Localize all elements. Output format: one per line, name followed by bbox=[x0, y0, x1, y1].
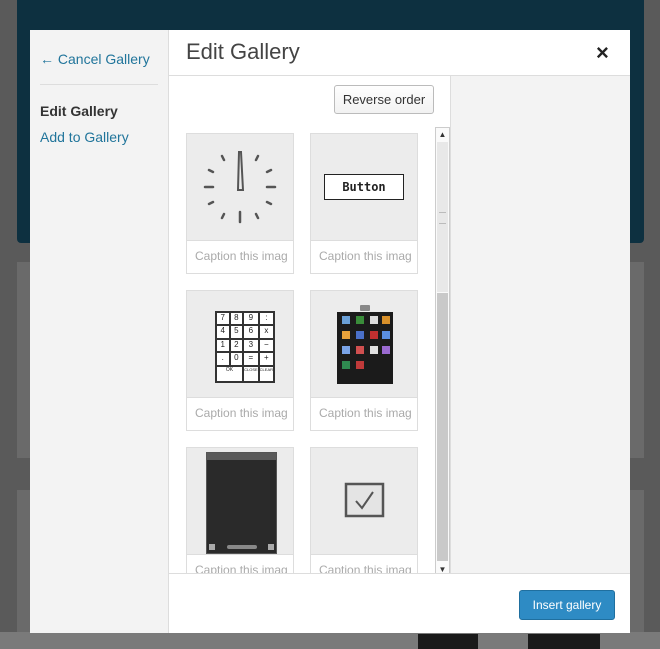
close-icon[interactable]: × bbox=[596, 40, 609, 66]
calc-key: CLEAR bbox=[258, 365, 274, 382]
caption-field[interactable]: Caption this image… bbox=[319, 406, 411, 420]
gallery-item[interactable]: Caption this image… bbox=[186, 133, 294, 274]
caption-field[interactable]: Caption this image… bbox=[319, 563, 411, 573]
checkbox-image bbox=[311, 448, 417, 555]
calculator-keypad: 7 8 9 : 4 5 6 x 1 2 3 − . 0 = + OK CLOSE… bbox=[215, 311, 275, 383]
caption-field[interactable]: Caption this image… bbox=[319, 249, 411, 263]
scrollbar-thumb[interactable] bbox=[437, 142, 448, 292]
button-image: Button bbox=[311, 134, 417, 241]
gallery-item[interactable]: Caption this image… bbox=[186, 447, 294, 573]
attachment-settings-sidebar bbox=[450, 76, 630, 573]
insert-gallery-button[interactable]: Insert gallery bbox=[519, 590, 615, 620]
app-launcher-image bbox=[311, 291, 417, 398]
calc-key: x bbox=[258, 325, 274, 339]
calc-key: − bbox=[258, 338, 274, 353]
calc-key: OK bbox=[216, 365, 244, 382]
calculator-image: 7 8 9 : 4 5 6 x 1 2 3 − . 0 = + OK CLOSE… bbox=[187, 291, 293, 398]
background-thumb bbox=[528, 634, 600, 649]
menu-separator bbox=[40, 84, 158, 85]
background-thumb bbox=[418, 634, 478, 649]
scroll-up-arrow-icon[interactable]: ▲ bbox=[436, 128, 449, 141]
caption-field[interactable]: Caption this image… bbox=[195, 563, 287, 573]
gallery-item[interactable]: Caption this image… bbox=[310, 447, 418, 573]
caption-field[interactable]: Caption this image… bbox=[195, 406, 287, 420]
media-toolbar: Insert gallery bbox=[169, 573, 630, 633]
gallery-item[interactable]: Caption this image… bbox=[310, 290, 418, 431]
gallery-content: Reverse order Caption this imag Button C… bbox=[169, 76, 450, 573]
calc-key: 1 bbox=[216, 338, 230, 353]
calc-key: = bbox=[243, 352, 259, 366]
modal-title: Edit Gallery bbox=[186, 39, 300, 64]
scrollbar[interactable]: ▲ ▼ bbox=[435, 127, 450, 573]
media-modal: ← Cancel Gallery Edit Gallery Add to Gal… bbox=[30, 30, 630, 633]
calc-key: 5 bbox=[229, 325, 244, 339]
calc-key: 6 bbox=[243, 325, 259, 339]
calc-key: + bbox=[258, 352, 274, 366]
media-menu: ← Cancel Gallery Edit Gallery Add to Gal… bbox=[30, 30, 169, 633]
reverse-order-button[interactable]: Reverse order bbox=[334, 85, 434, 114]
calc-key: 0 bbox=[229, 352, 244, 366]
scroll-down-arrow-icon[interactable]: ▼ bbox=[436, 563, 449, 573]
calc-key: 4 bbox=[216, 325, 230, 339]
calc-key: : bbox=[258, 312, 274, 326]
gallery-item[interactable]: Button Caption this image… bbox=[310, 133, 418, 274]
calc-key: 3 bbox=[243, 338, 259, 353]
caption-field[interactable]: Caption this image… bbox=[195, 249, 287, 263]
calc-key: 2 bbox=[229, 338, 244, 353]
cancel-gallery-link[interactable]: ← Cancel Gallery bbox=[40, 51, 150, 67]
phone-screen-image bbox=[187, 448, 293, 555]
calc-key: 8 bbox=[229, 312, 244, 326]
calc-key: 9 bbox=[243, 312, 259, 326]
clock-icon-image bbox=[187, 134, 293, 241]
calc-key: CLOSE bbox=[243, 365, 259, 382]
gallery-item[interactable]: 7 8 9 : 4 5 6 x 1 2 3 − . 0 = + OK CLOSE… bbox=[186, 290, 294, 431]
calc-key: 7 bbox=[216, 312, 230, 326]
app-grid bbox=[337, 312, 393, 384]
calc-key: . bbox=[216, 352, 230, 366]
menu-item-edit-gallery[interactable]: Edit Gallery bbox=[40, 103, 118, 119]
scrollbar-grip-icon bbox=[439, 212, 446, 224]
menu-item-add-to-gallery[interactable]: Add to Gallery bbox=[40, 129, 129, 145]
button-image-label: Button bbox=[324, 174, 404, 200]
scrollbar-track-area[interactable] bbox=[437, 293, 448, 561]
